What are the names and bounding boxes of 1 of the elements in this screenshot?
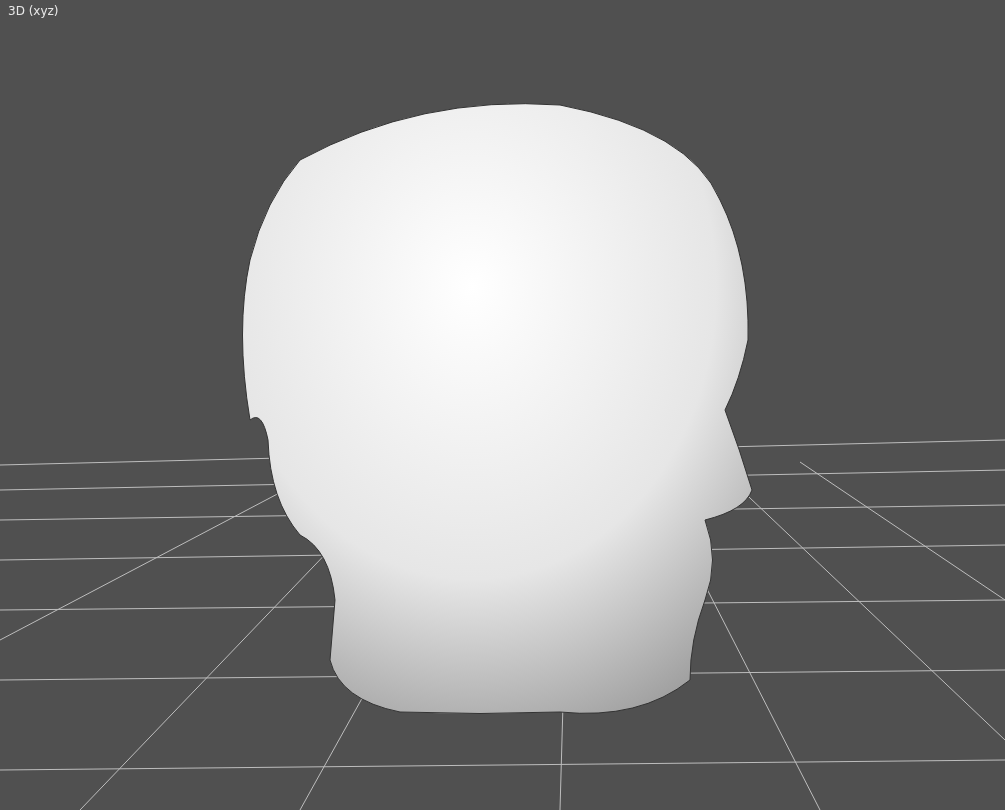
viewport-title: 3D (xyz) [8, 4, 59, 18]
